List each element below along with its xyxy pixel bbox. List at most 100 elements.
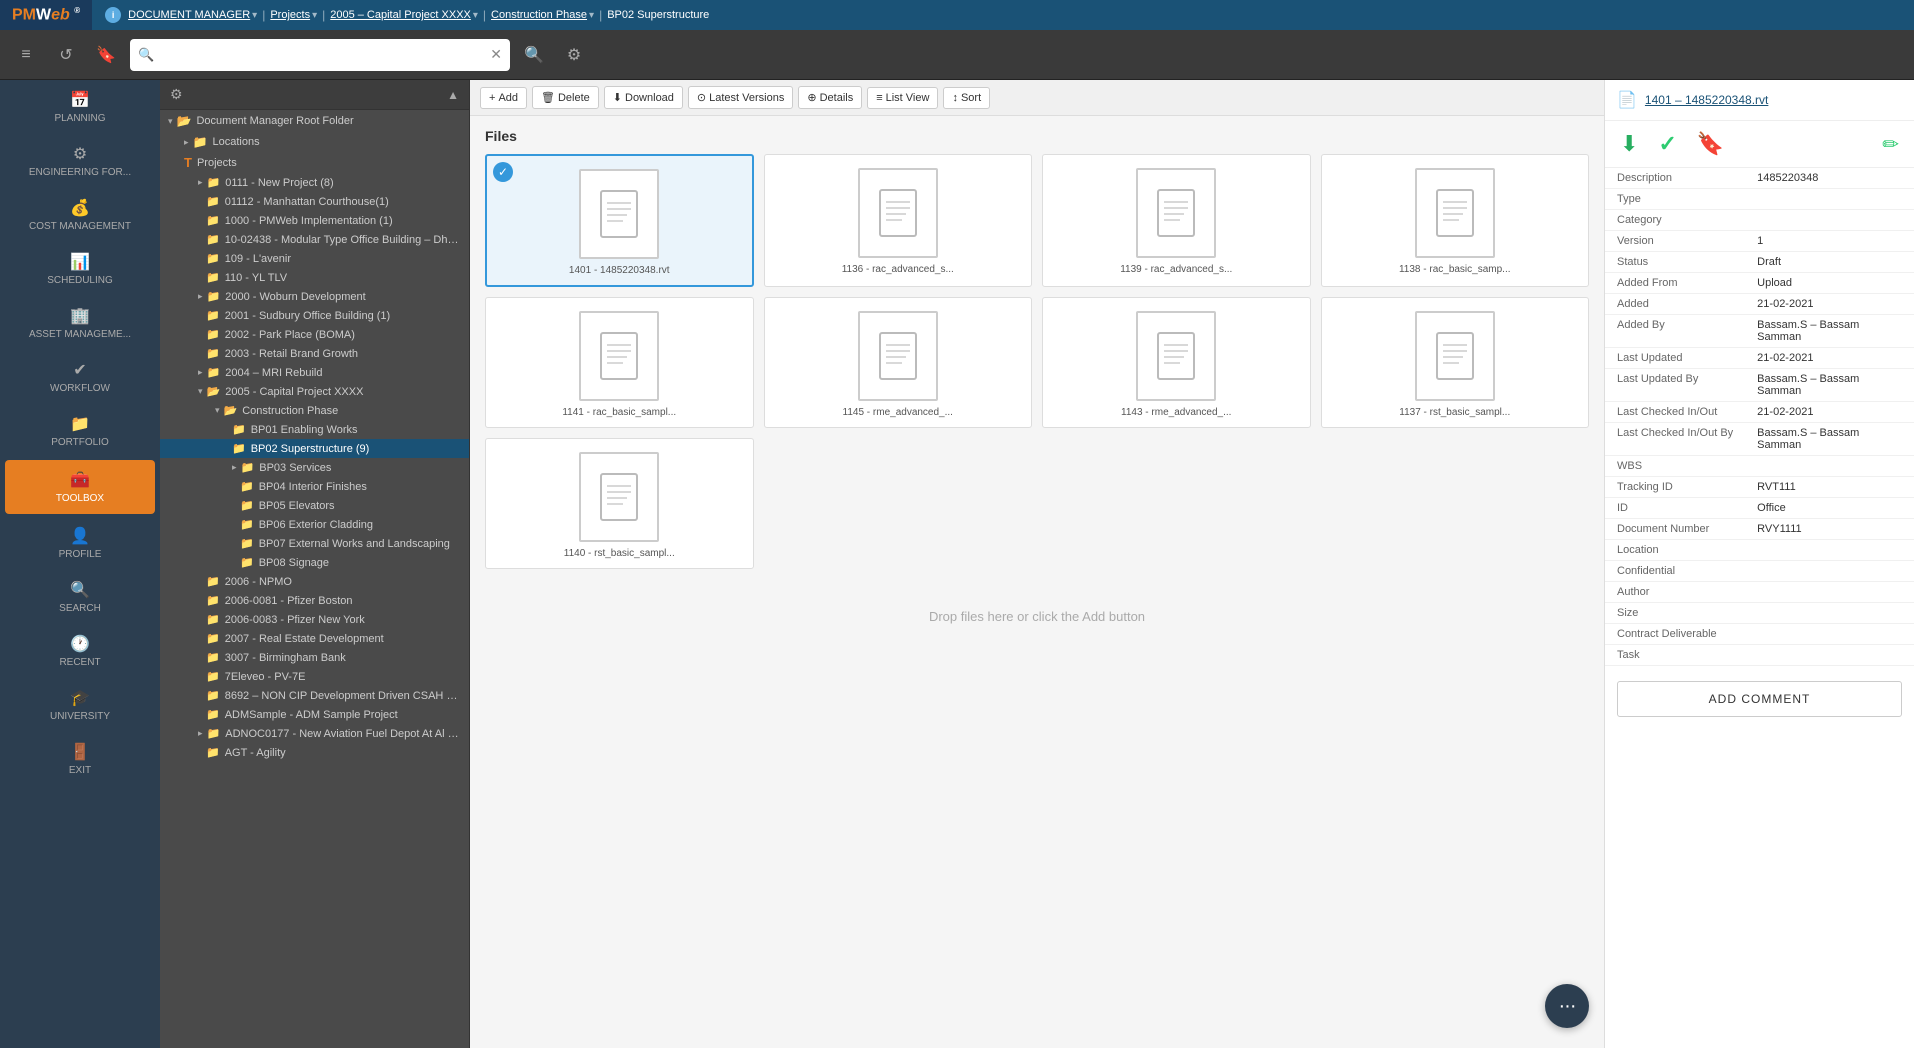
tree-item-bp08[interactable]: 📁 BP08 Signage: [160, 553, 469, 572]
search-input[interactable]: [159, 48, 485, 62]
tree-item-bp03[interactable]: ▸ 📁 BP03 Services: [160, 458, 469, 477]
file-card[interactable]: 1137 - rst_basic_sampl...: [1321, 297, 1590, 428]
sidebar-item-asset[interactable]: 🏢 ASSET MANAGEME...: [0, 296, 160, 350]
details-bookmark-icon[interactable]: 🔖: [1697, 131, 1724, 157]
delete-button[interactable]: 🗑 Delete: [532, 86, 599, 109]
tree-root[interactable]: ▾ 📂 Document Manager Root Folder: [160, 110, 469, 132]
tree-item-2000[interactable]: ▸ 📁 2000 - Woburn Development: [160, 287, 469, 306]
tree-item-0111[interactable]: ▸ 📁 0111 - New Project (8): [160, 173, 469, 192]
prop-value: RVY1111: [1745, 519, 1914, 540]
fab-button[interactable]: ···: [1545, 984, 1589, 1028]
file-card[interactable]: 1138 - rac_basic_samp...: [1321, 154, 1590, 287]
tree-item-2007[interactable]: 📁 2007 - Real Estate Development: [160, 629, 469, 648]
list-view-button[interactable]: ≡ List View: [867, 87, 938, 109]
tree-item-projects[interactable]: T Projects: [160, 152, 469, 173]
tree-item-agt[interactable]: 📁 AGT - Agility: [160, 743, 469, 762]
prop-value: 1485220348: [1745, 168, 1914, 189]
scroll-up-icon[interactable]: ▲: [447, 88, 459, 102]
tree-item-bp02[interactable]: 📁 BP02 Superstructure (9): [160, 439, 469, 458]
tree-item-110[interactable]: 📁 110 - YL TLV: [160, 268, 469, 287]
tree-item-bp04[interactable]: 📁 BP04 Interior Finishes: [160, 477, 469, 496]
zoom-icon[interactable]: 🔍: [518, 39, 550, 71]
sidebar-item-scheduling[interactable]: 📊 SCHEDULING: [0, 242, 160, 296]
sidebar-item-toolbox[interactable]: 🧰 TOOLBOX: [5, 460, 155, 514]
nav-document-manager[interactable]: DOCUMENT MANAGER: [128, 9, 250, 21]
prop-key: Added By: [1605, 315, 1745, 348]
undo-icon[interactable]: ↺: [50, 39, 82, 71]
search-sidebar-icon: 🔍: [70, 580, 90, 600]
sidebar-item-profile[interactable]: 👤 PROFILE: [0, 516, 160, 570]
tree-item-2001[interactable]: 📁 2001 - Sudbury Office Building (1): [160, 306, 469, 325]
sidebar-item-university[interactable]: 🎓 UNIVERSITY: [0, 678, 160, 732]
prop-key: Description: [1605, 168, 1745, 189]
file-card[interactable]: 1141 - rac_basic_sampl...: [485, 297, 754, 428]
tree-item-bp05[interactable]: 📁 BP05 Elevators: [160, 496, 469, 515]
file-card[interactable]: 1143 - rme_advanced_...: [1042, 297, 1311, 428]
sidebar-item-cost[interactable]: 💰 COST MANAGEMENT: [0, 188, 160, 242]
filter-tree-icon[interactable]: ⚙: [170, 86, 183, 103]
file-card[interactable]: 1145 - rme_advanced_...: [764, 297, 1033, 428]
tree-item-3007[interactable]: 📁 3007 - Birmingham Bank: [160, 648, 469, 667]
cost-icon: 💰: [70, 198, 90, 218]
info-icon[interactable]: i: [105, 7, 121, 23]
tree-item-109[interactable]: 📁 109 - L'avenir: [160, 249, 469, 268]
tree-item-2004[interactable]: ▸ 📁 2004 – MRI Rebuild: [160, 363, 469, 382]
property-row: Version 1: [1605, 231, 1914, 252]
prop-value: Upload: [1745, 273, 1914, 294]
tree-item-locations[interactable]: ▸ 📁 Locations: [160, 132, 469, 152]
file-card[interactable]: 1139 - rac_advanced_s...: [1042, 154, 1311, 287]
prop-value: Office: [1745, 498, 1914, 519]
folder-icon: 📁: [206, 613, 220, 626]
bookmark-toolbar-icon[interactable]: 🔖: [90, 39, 122, 71]
tree-item-bp01[interactable]: 📁 BP01 Enabling Works: [160, 420, 469, 439]
sidebar-item-exit[interactable]: 🚪 EXIT: [0, 732, 160, 786]
sidebar-item-recent[interactable]: 🕐 RECENT: [0, 624, 160, 678]
file-card[interactable]: 1136 - rac_advanced_s...: [764, 154, 1033, 287]
clear-search-icon[interactable]: ✕: [490, 46, 502, 63]
tree-item-bp07[interactable]: 📁 BP07 External Works and Landscaping: [160, 534, 469, 553]
details-button[interactable]: ⊕ Details: [798, 86, 862, 109]
nav-construction-phase[interactable]: Construction Phase: [491, 9, 587, 21]
sidebar-item-portfolio[interactable]: 📁 PORTFOLIO: [0, 404, 160, 458]
add-comment-button[interactable]: ADD COMMENT: [1617, 681, 1902, 717]
tree-item-1000[interactable]: 📁 1000 - PMWeb Implementation (1): [160, 211, 469, 230]
add-button[interactable]: + Add: [480, 87, 527, 109]
nav-capital-project[interactable]: 2005 – Capital Project XXXX: [330, 9, 471, 21]
download-button[interactable]: ⬇ Download: [604, 86, 683, 109]
prop-value: Draft: [1745, 252, 1914, 273]
property-row: Task: [1605, 645, 1914, 666]
sidebar-item-engineering[interactable]: ⚙ ENGINEERING FOR...: [0, 134, 160, 188]
menu-icon[interactable]: ≡: [10, 39, 42, 71]
tree-item-2002[interactable]: 📁 2002 - Park Place (BOMA): [160, 325, 469, 344]
tree-item-20060083[interactable]: 📁 2006-0083 - Pfizer New York: [160, 610, 469, 629]
tree-item-adnoc[interactable]: ▸ 📁 ADNOC0177 - New Aviation Fuel Depot …: [160, 724, 469, 743]
tree-item-2005[interactable]: ▾ 📂 2005 - Capital Project XXXX: [160, 382, 469, 401]
tree-item-bp06[interactable]: 📁 BP06 Exterior Cladding: [160, 515, 469, 534]
details-edit-icon[interactable]: ✏: [1882, 132, 1899, 157]
details-download-icon[interactable]: ⬇: [1620, 131, 1638, 157]
tree-item-1002438[interactable]: 📁 10-02438 - Modular Type Office Buildin…: [160, 230, 469, 249]
tree-item-construction[interactable]: ▾ 📂 Construction Phase: [160, 401, 469, 420]
sort-button[interactable]: ↕ Sort: [943, 87, 990, 109]
details-filename[interactable]: 1401 – 1485220348.rvt: [1645, 93, 1768, 107]
prop-value: 1: [1745, 231, 1914, 252]
tree-item-01112[interactable]: 📁 01112 - Manhattan Courthouse(1): [160, 192, 469, 211]
tree-item-8692[interactable]: 📁 8692 – NON CIP Development Driven CSAH…: [160, 686, 469, 705]
tree-item-2003[interactable]: 📁 2003 - Retail Brand Growth: [160, 344, 469, 363]
file-card[interactable]: 1140 - rst_basic_sampl...: [485, 438, 754, 569]
search-bar[interactable]: 🔍 ✕: [130, 39, 510, 71]
sidebar-item-workflow[interactable]: ✔ WORKFLOW: [0, 350, 160, 404]
nav-projects[interactable]: Projects: [270, 9, 310, 21]
details-check-icon[interactable]: ✓: [1658, 131, 1676, 157]
property-row: Last Checked In/Out By Bassam.S – Bassam…: [1605, 423, 1914, 456]
tree-item-20060081[interactable]: 📁 2006-0081 - Pfizer Boston: [160, 591, 469, 610]
sidebar-item-search[interactable]: 🔍 SEARCH: [0, 570, 160, 624]
file-card[interactable]: ✓ 1401 - 1485220348.rvt: [485, 154, 754, 287]
filter-icon[interactable]: ⚙: [558, 39, 590, 71]
sidebar-item-planning[interactable]: 📅 PLANNING: [0, 80, 160, 134]
exit-icon: 🚪: [70, 742, 90, 762]
tree-item-2006npmo[interactable]: 📁 2006 - NPMO: [160, 572, 469, 591]
latest-versions-button[interactable]: ⊙ Latest Versions: [688, 86, 793, 109]
tree-item-7eleveo[interactable]: 📁 7Eleveo - PV-7E: [160, 667, 469, 686]
tree-item-admsample[interactable]: 📁 ADMSample - ADM Sample Project: [160, 705, 469, 724]
